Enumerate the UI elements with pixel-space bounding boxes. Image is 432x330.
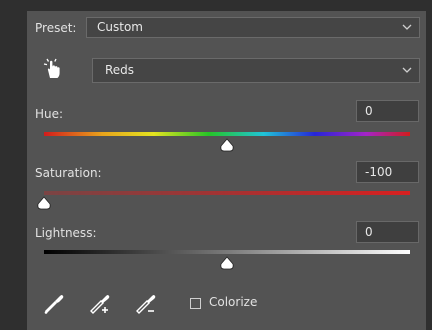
saturation-label: Saturation:	[35, 166, 102, 180]
eyedropper-icon[interactable]	[41, 290, 67, 316]
eyedropper-plus-icon[interactable]	[87, 290, 113, 316]
saturation-track	[44, 191, 410, 195]
chevron-down-icon	[402, 67, 412, 73]
lightness-slider-thumb[interactable]	[219, 256, 235, 270]
hue-spectrum-track	[44, 132, 410, 136]
channel-value: Reds	[105, 63, 135, 77]
hue-input[interactable]: 0	[356, 100, 419, 122]
channel-dropdown[interactable]: Reds	[92, 58, 420, 83]
hue-saturation-panel: Preset: Custom Reds Hue: 0 Saturation: -…	[27, 11, 426, 330]
saturation-input[interactable]: -100	[356, 161, 419, 183]
lightness-label: Lightness:	[35, 226, 97, 240]
lightness-input[interactable]: 0	[356, 221, 419, 243]
preset-value: Custom	[97, 20, 143, 34]
hand-pointer-icon[interactable]	[41, 57, 65, 81]
colorize-label[interactable]: Colorize	[209, 295, 257, 309]
chevron-down-icon	[402, 24, 412, 30]
hue-label: Hue:	[35, 107, 64, 121]
hue-slider-thumb[interactable]	[219, 138, 235, 152]
eyedropper-minus-icon[interactable]	[133, 290, 159, 316]
colorize-checkbox[interactable]	[190, 298, 201, 309]
preset-label: Preset:	[35, 21, 77, 35]
lightness-track	[44, 250, 410, 254]
saturation-slider-thumb[interactable]	[36, 196, 52, 210]
preset-dropdown[interactable]: Custom	[86, 17, 420, 38]
